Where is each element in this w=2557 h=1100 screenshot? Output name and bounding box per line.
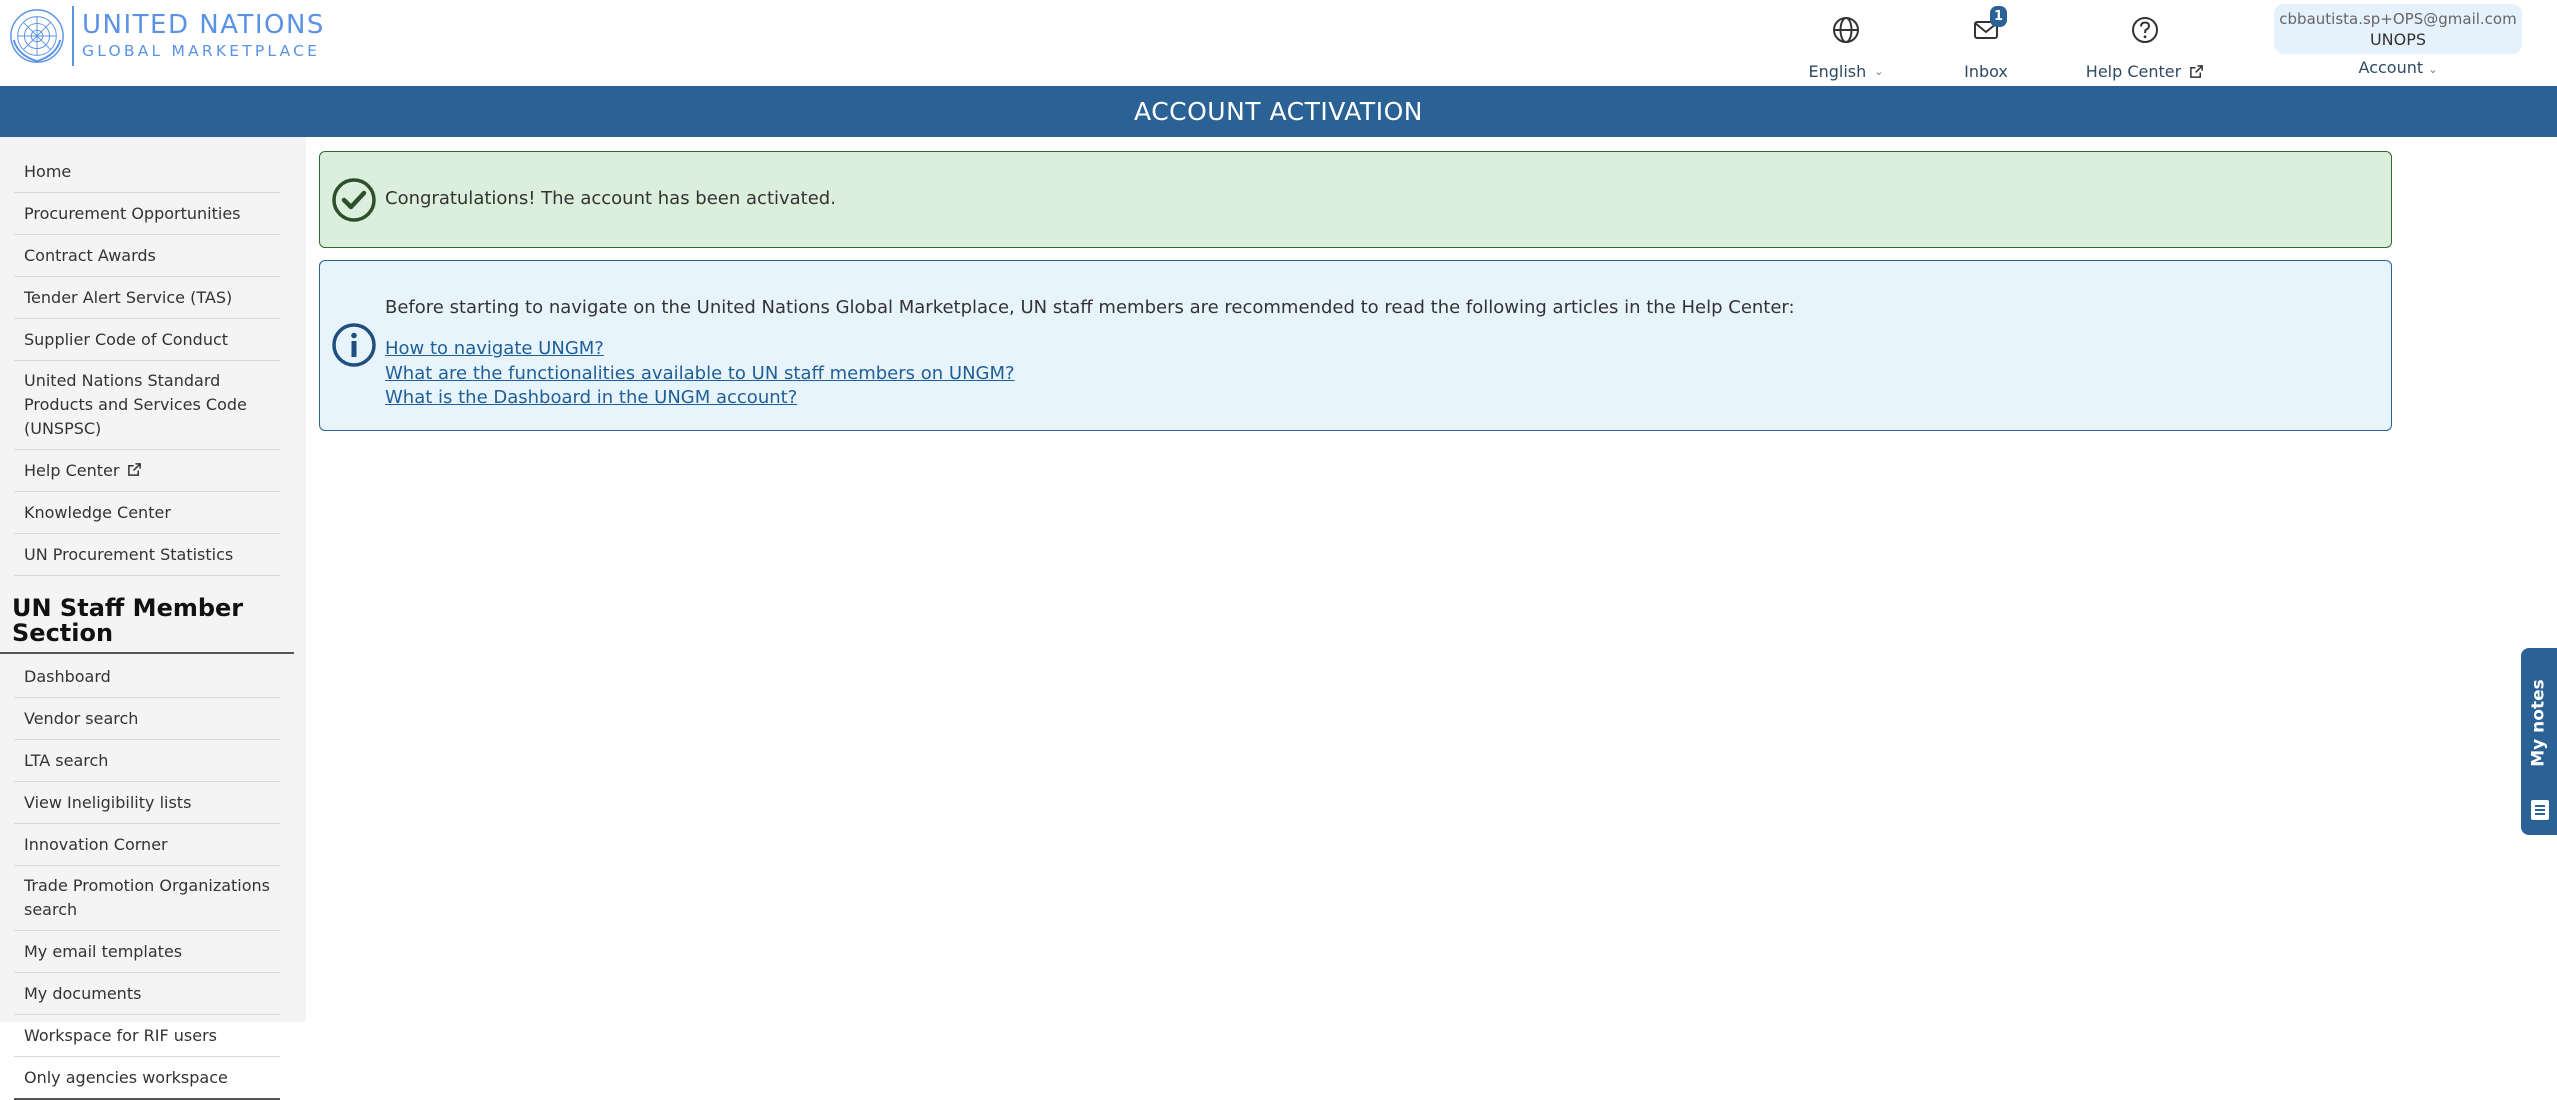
page-title: ACCOUNT ACTIVATION bbox=[0, 86, 2557, 137]
sidebar-item-trade-promotion[interactable]: Trade Promotion Organizations search bbox=[14, 866, 280, 931]
link-staff-functionalities[interactable]: What are the functionalities available t… bbox=[385, 362, 1015, 387]
info-message: Before starting to navigate on the Unite… bbox=[385, 297, 1795, 318]
sidebar-item-vendor-search[interactable]: Vendor search bbox=[14, 698, 280, 740]
success-message: Congratulations! The account has been ac… bbox=[385, 188, 836, 209]
sidebar-item-lta-search[interactable]: LTA search bbox=[14, 740, 280, 782]
question-circle-icon bbox=[2132, 17, 2158, 43]
inbox-button[interactable]: Inbox bbox=[1950, 10, 2022, 81]
sidebar-item-dashboard[interactable]: Dashboard bbox=[14, 656, 280, 698]
account-info-box[interactable]: cbbautista.sp+OPS@gmail.com UNOPS bbox=[2274, 4, 2522, 54]
language-selector[interactable]: English ⌄ bbox=[1800, 10, 1892, 81]
account-organization: UNOPS bbox=[2369, 30, 2427, 49]
un-emblem-icon bbox=[10, 9, 64, 63]
sidebar: Home Procurement Opportunities Contract … bbox=[0, 137, 306, 1100]
logo-line-2: GLOBAL MARKETPLACE bbox=[82, 42, 321, 60]
sidebar-item-agencies-workspace[interactable]: Only agencies workspace bbox=[14, 1057, 280, 1100]
top-header: UNITED NATIONS GLOBAL MARKETPLACE Englis… bbox=[0, 0, 2557, 86]
info-icon bbox=[332, 323, 376, 367]
chevron-down-icon: ⌄ bbox=[1874, 65, 1884, 78]
sidebar-item-rif-workspace[interactable]: Workspace for RIF users bbox=[14, 1015, 280, 1057]
info-alert: Before starting to navigate on the Unite… bbox=[319, 260, 2392, 431]
help-article-links: How to navigate UNGM? What are the funct… bbox=[385, 337, 1015, 411]
sidebar-item-my-documents[interactable]: My documents bbox=[14, 973, 280, 1015]
sidebar-item-supplier-code[interactable]: Supplier Code of Conduct bbox=[14, 319, 280, 361]
check-circle-icon bbox=[332, 178, 376, 222]
sidebar-item-tas[interactable]: Tender Alert Service (TAS) bbox=[14, 277, 280, 319]
account-email: cbbautista.sp+OPS@gmail.com bbox=[2279, 10, 2517, 28]
sidebar-item-procurement-opportunities[interactable]: Procurement Opportunities bbox=[14, 193, 280, 235]
sidebar-item-help-center[interactable]: Help Center bbox=[14, 450, 280, 492]
external-link-icon bbox=[2190, 65, 2204, 78]
logo-line-1: UNITED NATIONS bbox=[82, 10, 325, 40]
globe-icon bbox=[1833, 17, 1859, 43]
sidebar-item-email-templates[interactable]: My email templates bbox=[14, 931, 280, 973]
chevron-down-icon: ⌄ bbox=[2428, 63, 2438, 76]
sidebar-item-unspsc[interactable]: United Nations Standard Products and Ser… bbox=[14, 361, 280, 450]
help-center-label: Help Center bbox=[2085, 62, 2182, 81]
sidebar-item-knowledge-center[interactable]: Knowledge Center bbox=[14, 492, 280, 534]
language-label: English bbox=[1808, 62, 1867, 81]
sidebar-item-procurement-statistics[interactable]: UN Procurement Statistics bbox=[14, 534, 280, 576]
public-nav: Home Procurement Opportunities Contract … bbox=[0, 137, 306, 576]
sidebar-item-contract-awards[interactable]: Contract Awards bbox=[14, 235, 280, 277]
ungm-logo[interactable]: UNITED NATIONS GLOBAL MARKETPLACE bbox=[8, 6, 325, 66]
sidebar-item-home[interactable]: Home bbox=[14, 151, 280, 193]
help-center-link[interactable]: Help Center bbox=[2078, 10, 2212, 81]
staff-nav: Dashboard Vendor search LTA search View … bbox=[0, 654, 306, 1100]
inbox-label: Inbox bbox=[1964, 62, 2008, 81]
account-menu[interactable]: Account ⌄ bbox=[2274, 58, 2522, 77]
sidebar-item-ineligibility-lists[interactable]: View Ineligibility lists bbox=[14, 782, 280, 824]
logo-divider bbox=[72, 6, 74, 66]
link-dashboard-article[interactable]: What is the Dashboard in the UNGM accoun… bbox=[385, 386, 1015, 411]
my-notes-label: My notes bbox=[2529, 679, 2550, 767]
external-link-icon bbox=[128, 463, 142, 476]
account-label: Account bbox=[2358, 58, 2424, 77]
sidebar-item-innovation-corner[interactable]: Innovation Corner bbox=[14, 824, 280, 866]
logo-text: UNITED NATIONS GLOBAL MARKETPLACE bbox=[82, 10, 325, 62]
success-alert: Congratulations! The account has been ac… bbox=[319, 151, 2392, 248]
sidebar-item-label: Help Center bbox=[24, 461, 120, 480]
staff-section-title: UN Staff Member Section bbox=[0, 582, 294, 654]
notes-icon bbox=[2531, 800, 2549, 820]
link-how-to-navigate[interactable]: How to navigate UNGM? bbox=[385, 337, 1015, 362]
inbox-count-badge: 1 bbox=[1990, 6, 2007, 27]
my-notes-tab[interactable]: My notes bbox=[2521, 648, 2557, 835]
